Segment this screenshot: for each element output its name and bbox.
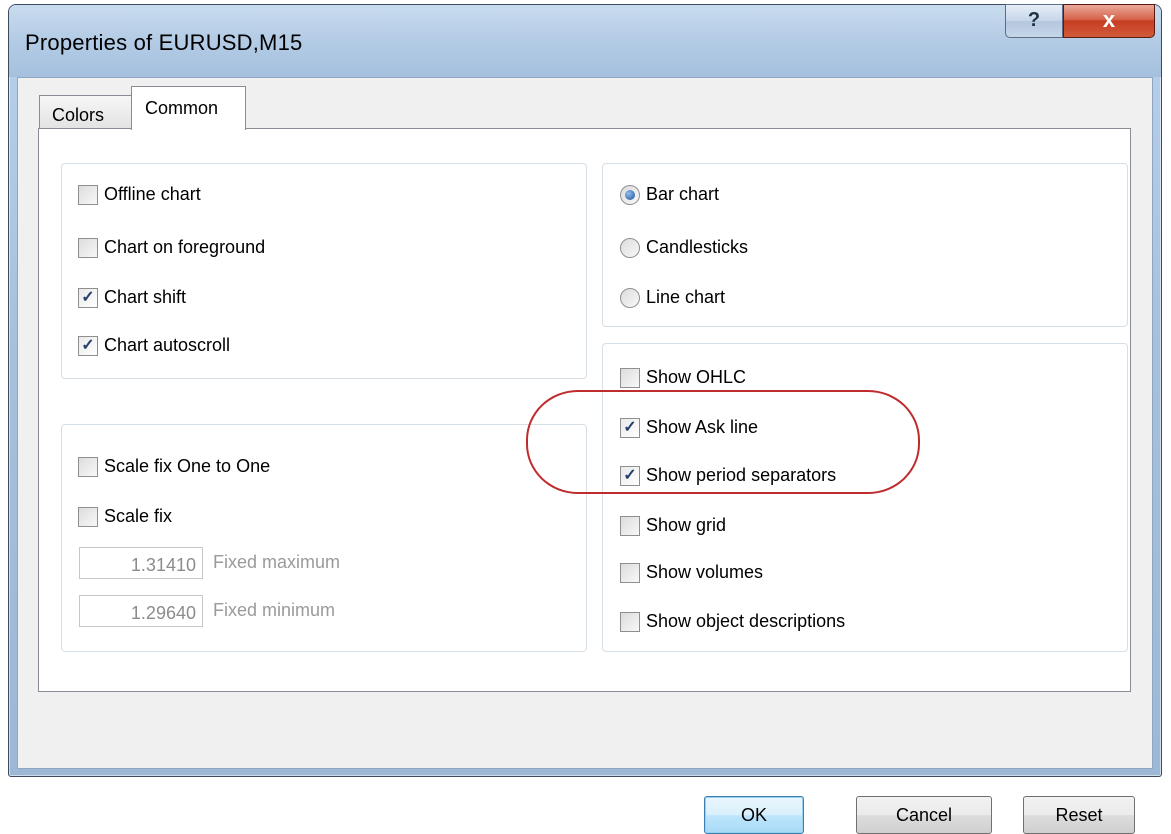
tab-common[interactable]: Common (131, 86, 246, 130)
ok-button[interactable]: OK (704, 796, 804, 834)
offline-chart-label: Offline chart (104, 184, 201, 204)
chart-on-foreground-label: Chart on foreground (104, 237, 266, 257)
tab-colors-label: Colors (52, 105, 105, 125)
chart-shift-label: Chart shift (104, 287, 187, 307)
fixed-maximum-label: Fixed maximum (213, 552, 341, 572)
scale-fix-label: Scale fix (104, 506, 173, 526)
show-period-separators-checkbox[interactable]: ✓ (620, 466, 640, 486)
candlesticks-radio[interactable] (620, 238, 640, 258)
chart-autoscroll-checkbox[interactable]: ✓ (78, 336, 98, 356)
chart-shift-checkbox[interactable]: ✓ (78, 288, 98, 308)
show-grid-checkbox[interactable] (620, 516, 640, 536)
bar-chart-label: Bar chart (646, 184, 720, 204)
fixed-maximum-input[interactable] (79, 547, 203, 579)
scale-group: Scale fix One to One Scale fix Fixed max… (61, 424, 587, 652)
show-ask-line-label: Show Ask line (646, 417, 759, 437)
scale-fix-one-to-one-label: Scale fix One to One (104, 456, 271, 476)
tab-common-label: Common (145, 98, 219, 118)
chart-type-group: Bar chart Candlesticks Line chart (602, 163, 1128, 327)
show-period-separators-label: Show period separators (646, 465, 837, 485)
show-object-descriptions-label: Show object descriptions (646, 611, 846, 631)
offline-chart-checkbox[interactable] (78, 185, 98, 205)
fixed-minimum-input[interactable] (79, 595, 203, 627)
scale-fix-checkbox[interactable] (78, 507, 98, 527)
fixed-minimum-label: Fixed minimum (213, 600, 336, 620)
show-ohlc-checkbox[interactable] (620, 368, 640, 388)
help-button[interactable]: ? (1005, 4, 1063, 38)
tab-colors[interactable]: Colors (39, 95, 132, 129)
show-grid-label: Show grid (646, 515, 727, 535)
show-ohlc-label: Show OHLC (646, 367, 747, 387)
cancel-button[interactable]: Cancel (856, 796, 992, 834)
close-button[interactable]: x (1063, 4, 1155, 38)
line-chart-label: Line chart (646, 287, 726, 307)
show-object-descriptions-checkbox[interactable] (620, 612, 640, 632)
reset-button[interactable]: Reset (1023, 796, 1135, 834)
line-chart-radio[interactable] (620, 288, 640, 308)
scale-fix-one-to-one-checkbox[interactable] (78, 457, 98, 477)
candlesticks-label: Candlesticks (646, 237, 749, 257)
common-tab-panel: Offline chart Chart on foreground ✓ Char… (38, 128, 1131, 692)
show-volumes-checkbox[interactable] (620, 563, 640, 583)
show-volumes-label: Show volumes (646, 562, 764, 582)
chart-on-foreground-checkbox[interactable] (78, 238, 98, 258)
dialog-client-area: Colors Common Offline chart Chart on for… (17, 77, 1153, 834)
bar-chart-radio[interactable] (620, 185, 640, 205)
show-ask-line-checkbox[interactable]: ✓ (620, 418, 640, 438)
properties-dialog: Properties of EURUSD,M15 ? x Colors Comm… (8, 4, 1162, 834)
chart-options-group: Offline chart Chart on foreground ✓ Char… (61, 163, 587, 379)
chart-autoscroll-label: Chart autoscroll (104, 335, 231, 355)
title-bar[interactable]: Properties of EURUSD,M15 ? x (9, 4, 1161, 77)
window-title: Properties of EURUSD,M15 (25, 30, 303, 55)
show-options-group: Show OHLC ✓ Show Ask line ✓ Show period … (602, 343, 1128, 652)
